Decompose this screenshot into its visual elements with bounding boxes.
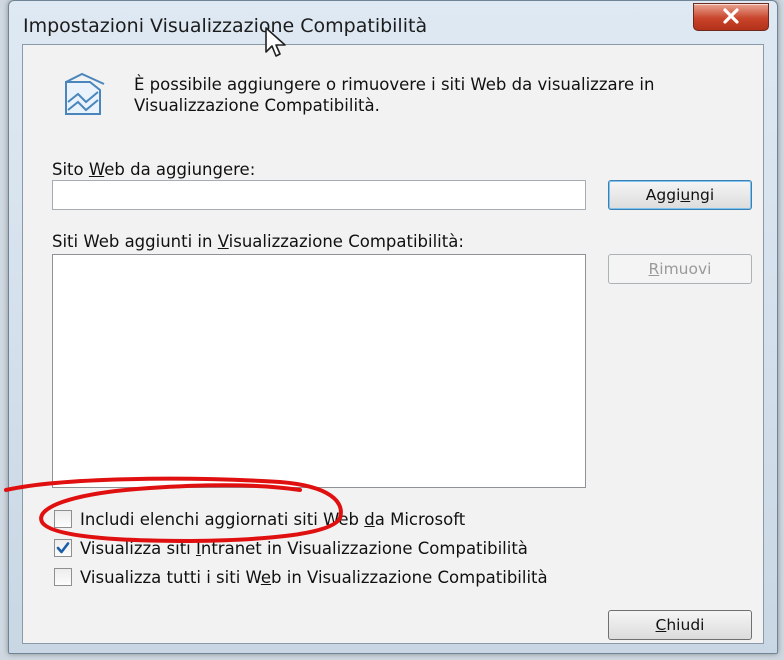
close-button[interactable]: Chiudi <box>608 610 752 640</box>
compatibility-view-icon <box>65 72 105 115</box>
option-all-sites[interactable]: Visualizza tutti i siti Web in Visualizz… <box>54 566 548 588</box>
website-input[interactable] <box>52 180 586 210</box>
window-title: Impostazioni Visualizzazione Compatibili… <box>23 15 428 37</box>
close-icon <box>723 8 739 24</box>
added-sites-list[interactable] <box>52 254 586 488</box>
add-button[interactable]: Aggi u ngi <box>608 180 752 210</box>
added-sites-label: Siti Web aggiunti in Visualizzazione Com… <box>52 232 464 251</box>
intro-text: È possibile aggiungere o rimuovere i sit… <box>134 75 655 115</box>
option-label: Visualizza siti Intranet in Visualizzazi… <box>80 538 528 558</box>
mouse-cursor-icon <box>265 27 286 57</box>
close-window-button[interactable] <box>693 3 769 31</box>
add-site-label: Sito Web da aggiungere: <box>52 160 256 179</box>
include-microsoft-lists-checkbox[interactable] <box>54 510 72 528</box>
option-intranet-sites[interactable]: Visualizza siti Intranet in Visualizzazi… <box>54 537 528 559</box>
option-label: Visualizza tutti i siti Web in Visualizz… <box>80 567 548 587</box>
intranet-sites-checkbox[interactable] <box>54 539 72 557</box>
all-sites-checkbox[interactable] <box>54 568 72 586</box>
remove-button[interactable]: Rimuovi <box>608 254 752 284</box>
checkmark-icon <box>56 542 70 554</box>
option-label: Includi elenchi aggiornati siti Web da M… <box>80 509 466 529</box>
option-include-microsoft-lists[interactable]: Includi elenchi aggiornati siti Web da M… <box>54 508 465 530</box>
